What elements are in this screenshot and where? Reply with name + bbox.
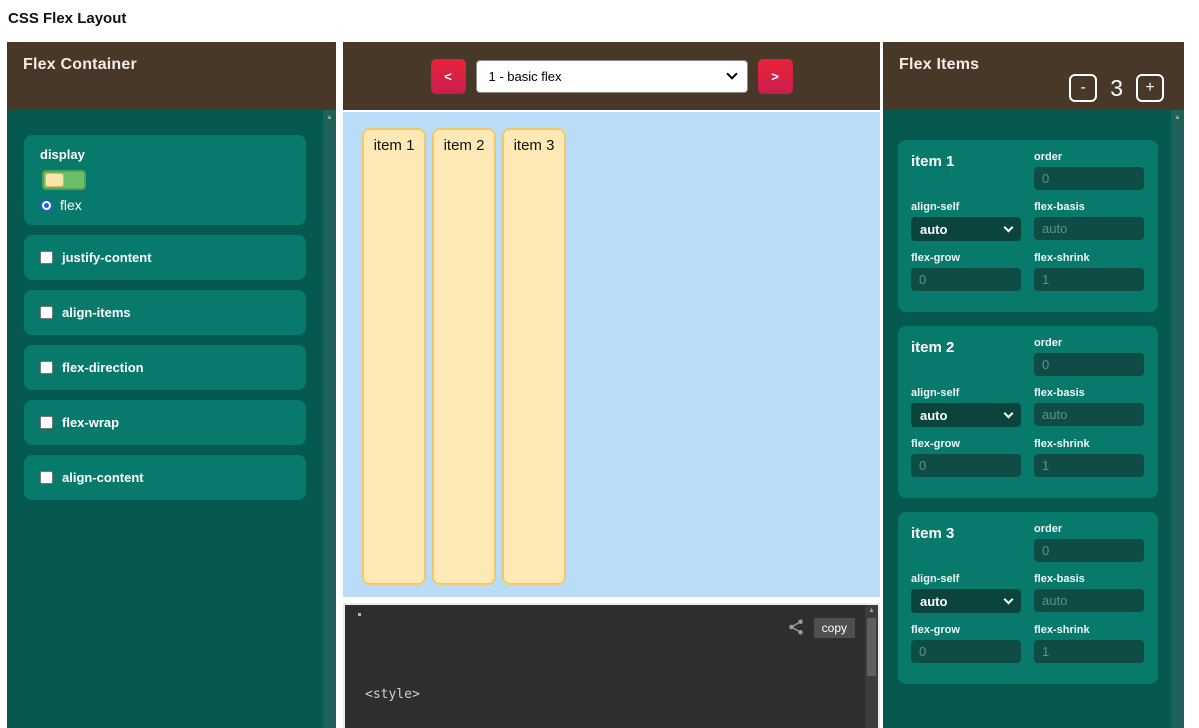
flex-direction-checkbox[interactable] (40, 361, 53, 374)
item-2-flex-grow-input[interactable] (911, 454, 1021, 477)
flex-wrap-checkbox[interactable] (40, 416, 53, 429)
item-1-flex-basis-input[interactable] (1034, 217, 1144, 240)
justify-content-label: justify-content (62, 250, 152, 265)
scroll-up-icon[interactable]: ▲ (323, 113, 336, 123)
order-label: order (1034, 337, 1144, 349)
item-2-card: item 2 order align-self auto flex-basis (898, 326, 1158, 498)
flex-container-panel: Flex Container display flex justify-cont… (7, 42, 336, 728)
flex-container-title: Flex Container (23, 56, 137, 74)
flex-items-title: Flex Items (899, 56, 979, 74)
flex-grow-label: flex-grow (911, 252, 1021, 264)
code-line: <style> (365, 685, 514, 704)
item-1-order-input[interactable] (1034, 167, 1144, 190)
flex-basis-label: flex-basis (1034, 201, 1144, 213)
flex-items-panel: Flex Items - 3 + item 1 order align-self… (883, 42, 1184, 728)
item-count: 3 (1110, 75, 1123, 102)
item-2-flex-basis-input[interactable] (1034, 403, 1144, 426)
item-2-card-title: item 2 (911, 337, 1021, 376)
example-select[interactable]: 1 - basic flex (476, 60, 748, 93)
item-1-flex-shrink-input[interactable] (1034, 268, 1144, 291)
display-flex-radio[interactable] (40, 199, 53, 212)
property-card-align-items[interactable]: align-items (24, 290, 306, 335)
flex-items-header: Flex Items - 3 + (883, 42, 1184, 110)
flex-shrink-label: flex-shrink (1034, 252, 1144, 264)
item-3-flex-basis-input[interactable] (1034, 589, 1144, 612)
item-3-card-title: item 3 (911, 523, 1021, 562)
share-icon[interactable] (787, 618, 805, 636)
display-toggle-knob (45, 173, 64, 187)
item-2-order-input[interactable] (1034, 353, 1144, 376)
add-item-button[interactable]: + (1136, 74, 1164, 102)
property-card-align-content[interactable]: align-content (24, 455, 306, 500)
code-scrollbar[interactable]: ▲ (865, 605, 878, 728)
item-3-flex-shrink-input[interactable] (1034, 640, 1144, 663)
copy-button[interactable]: copy (814, 618, 855, 638)
page-title: CSS Flex Layout (8, 10, 126, 27)
align-self-label: align-self (911, 573, 1021, 585)
right-panel-scrollbar[interactable]: ▲ (1171, 110, 1184, 728)
display-label: display (40, 147, 290, 162)
align-self-label: align-self (911, 387, 1021, 399)
example-nav-bar: < 1 - basic flex > (343, 42, 880, 110)
flex-container-header: Flex Container (7, 42, 336, 110)
align-content-checkbox[interactable] (40, 471, 53, 484)
flex-item-3: item 3 (502, 128, 566, 585)
prev-example-button[interactable]: < (431, 59, 466, 94)
order-label: order (1034, 523, 1144, 535)
next-example-button[interactable]: > (758, 59, 793, 94)
flex-item-1: item 1 (362, 128, 426, 585)
flex-direction-label: flex-direction (62, 360, 144, 375)
align-self-label: align-self (911, 201, 1021, 213)
code-panel: copy <style> .flex-container { display: … (343, 603, 880, 728)
code-cursor-dot (358, 613, 361, 616)
example-select-wrap: 1 - basic flex (476, 60, 748, 93)
flex-grow-label: flex-grow (911, 438, 1021, 450)
remove-item-button[interactable]: - (1069, 74, 1097, 102)
left-panel-scrollbar[interactable]: ▲ (323, 110, 336, 728)
display-flex-radio-label: flex (60, 197, 82, 213)
display-toggle[interactable] (42, 170, 86, 190)
order-label: order (1034, 151, 1144, 163)
item-1-card: item 1 order align-self auto flex-basis (898, 140, 1158, 312)
scroll-up-icon[interactable]: ▲ (865, 607, 878, 614)
flex-basis-label: flex-basis (1034, 573, 1144, 585)
align-content-label: align-content (62, 470, 144, 485)
item-1-flex-grow-input[interactable] (911, 268, 1021, 291)
flex-basis-label: flex-basis (1034, 387, 1144, 399)
property-card-flex-direction[interactable]: flex-direction (24, 345, 306, 390)
flex-preview-container: item 1 item 2 item 3 (343, 112, 880, 597)
property-card-flex-wrap[interactable]: flex-wrap (24, 400, 306, 445)
item-1-card-title: item 1 (911, 151, 1021, 190)
property-card-justify-content[interactable]: justify-content (24, 235, 306, 280)
display-card: display flex (24, 135, 306, 225)
item-3-card: item 3 order align-self auto flex-basis (898, 512, 1158, 684)
css-code-block: <style> .flex-container { display: flex; (365, 647, 514, 728)
item-3-flex-grow-input[interactable] (911, 640, 1021, 663)
justify-content-checkbox[interactable] (40, 251, 53, 264)
item-2-align-self-select[interactable]: auto (911, 403, 1021, 427)
item-counter: - 3 + (1069, 74, 1164, 102)
flex-container-body: display flex justify-content align-items (7, 110, 336, 728)
flex-wrap-label: flex-wrap (62, 415, 119, 430)
align-items-label: align-items (62, 305, 131, 320)
flex-grow-label: flex-grow (911, 624, 1021, 636)
flex-shrink-label: flex-shrink (1034, 624, 1144, 636)
item-3-align-self-select[interactable]: auto (911, 589, 1021, 613)
flex-item-2: item 2 (432, 128, 496, 585)
item-3-order-input[interactable] (1034, 539, 1144, 562)
flex-shrink-label: flex-shrink (1034, 438, 1144, 450)
item-2-flex-shrink-input[interactable] (1034, 454, 1144, 477)
align-items-checkbox[interactable] (40, 306, 53, 319)
scroll-up-icon[interactable]: ▲ (1171, 113, 1184, 123)
item-1-align-self-select[interactable]: auto (911, 217, 1021, 241)
flex-items-body: item 1 order align-self auto flex-basis (883, 110, 1184, 728)
code-scrollbar-thumb[interactable] (867, 618, 876, 676)
